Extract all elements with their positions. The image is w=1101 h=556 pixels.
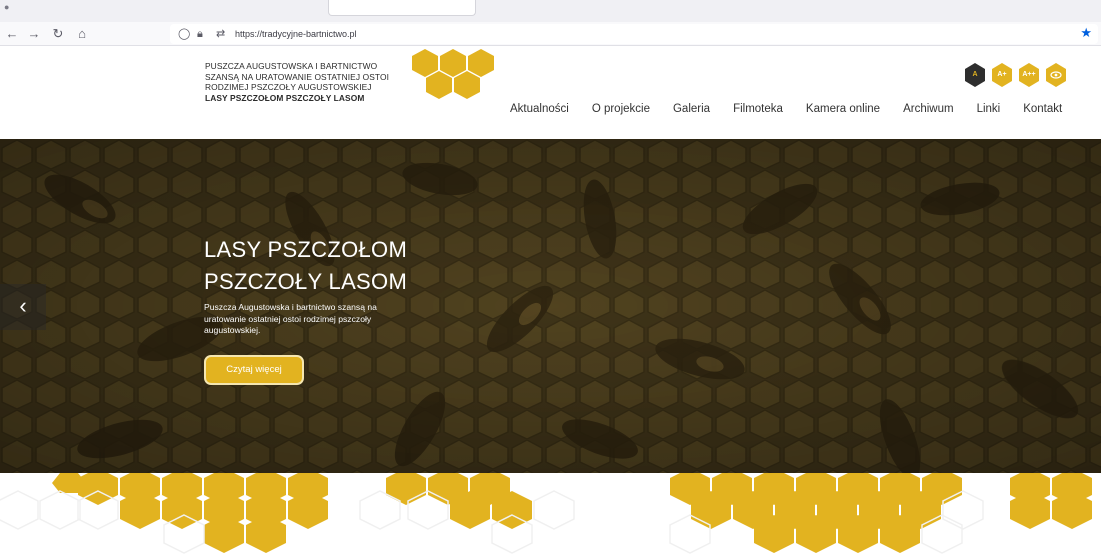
url-bar[interactable]: ◯ 🔒︎ ⇄ https://tradycyjne-bartnictwo.pl … bbox=[170, 24, 1098, 44]
read-more-button[interactable]: Czytaj więcej bbox=[204, 355, 304, 385]
eye-icon bbox=[1046, 63, 1066, 87]
site-header: PUSZCZA AUGUSTOWSKA I BARTNICTWO SZANSĄ … bbox=[0, 47, 1101, 139]
font-size-a-plus-plus-button[interactable]: A++ bbox=[1018, 63, 1040, 87]
font-size-a-plus-label: A+ bbox=[997, 71, 1007, 78]
logo-honeycomb-icon bbox=[412, 49, 494, 99]
font-size-a-button[interactable]: A bbox=[964, 63, 986, 87]
back-icon[interactable]: ← bbox=[4, 26, 20, 42]
site-logo-text[interactable]: PUSZCZA AUGUSTOWSKA I BARTNICTWO SZANSĄ … bbox=[205, 61, 389, 103]
reload-icon[interactable]: ↻ bbox=[50, 26, 66, 42]
contrast-button[interactable] bbox=[1045, 63, 1067, 87]
honeycomb-decoration bbox=[0, 473, 1101, 556]
logo-line-1: PUSZCZA AUGUSTOWSKA I BARTNICTWO bbox=[205, 61, 378, 71]
nav-filmoteka[interactable]: Filmoteka bbox=[733, 103, 783, 115]
logo-line-bold: LASY PSZCZOŁOM PSZCZOŁY LASOM bbox=[205, 92, 365, 103]
hero-title: LASY PSZCZOŁOM PSZCZOŁY LASOM bbox=[204, 234, 407, 298]
honeycomb-pattern-icon bbox=[0, 473, 1092, 554]
hero-subtitle: Puszcza Augustowska i bartnictwo szansą … bbox=[204, 302, 377, 335]
browser-tab-strip: ● bbox=[0, 0, 1101, 22]
tab-favicon-icon[interactable]: ● bbox=[4, 2, 9, 12]
nav-o-projekcie[interactable]: O projekcie bbox=[592, 103, 650, 115]
hero-title-line-2: PSZCZOŁY LASOM bbox=[204, 269, 408, 294]
hero-slider: LASY PSZCZOŁOM PSZCZOŁY LASOM Puszcza Au… bbox=[0, 139, 1101, 473]
font-size-a-plus-plus-label: A++ bbox=[1022, 71, 1036, 78]
nav-aktualnosci[interactable]: Aktualności bbox=[510, 103, 569, 115]
main-navigation: Aktualności O projekcie Galeria Filmotek… bbox=[510, 103, 1085, 115]
font-size-a-plus-button[interactable]: A+ bbox=[991, 63, 1013, 87]
logo-line-2: SZANSĄ NA URATOWANIE OSTATNIEJ OSTOI bbox=[205, 71, 389, 82]
tracking-shield-icon[interactable]: ◯ bbox=[178, 26, 190, 42]
home-icon[interactable]: ⌂ bbox=[74, 26, 90, 42]
nav-kontakt[interactable]: Kontakt bbox=[1023, 103, 1062, 115]
bees-background-image bbox=[0, 139, 1101, 473]
nav-archiwum[interactable]: Archiwum bbox=[903, 103, 953, 115]
nav-galeria[interactable]: Galeria bbox=[673, 103, 710, 115]
url-text[interactable]: https://tradycyjne-bartnictwo.pl bbox=[235, 29, 357, 39]
prev-slide-arrow-icon[interactable]: ‹ bbox=[0, 284, 46, 330]
lock-icon[interactable]: 🔒︎ bbox=[197, 26, 203, 42]
nav-linki[interactable]: Linki bbox=[977, 103, 1001, 115]
permissions-icon[interactable]: ⇄ bbox=[216, 26, 225, 42]
nav-kamera-online[interactable]: Kamera online bbox=[806, 103, 880, 115]
bookmark-star-icon[interactable]: ★ bbox=[1080, 25, 1092, 41]
hero-title-line-1: LASY PSZCZOŁOM bbox=[204, 237, 408, 262]
browser-toolbar: ← → ↻ ⌂ ◯ 🔒︎ ⇄ https://tradycyjne-bartni… bbox=[0, 22, 1101, 46]
active-tab[interactable] bbox=[328, 0, 476, 16]
forward-icon[interactable]: → bbox=[26, 26, 42, 42]
logo-line-3: RODZIMEJ PSZCZOŁY AUGUSTOWSKIEJ bbox=[205, 82, 372, 93]
font-size-a-label: A bbox=[972, 71, 978, 78]
